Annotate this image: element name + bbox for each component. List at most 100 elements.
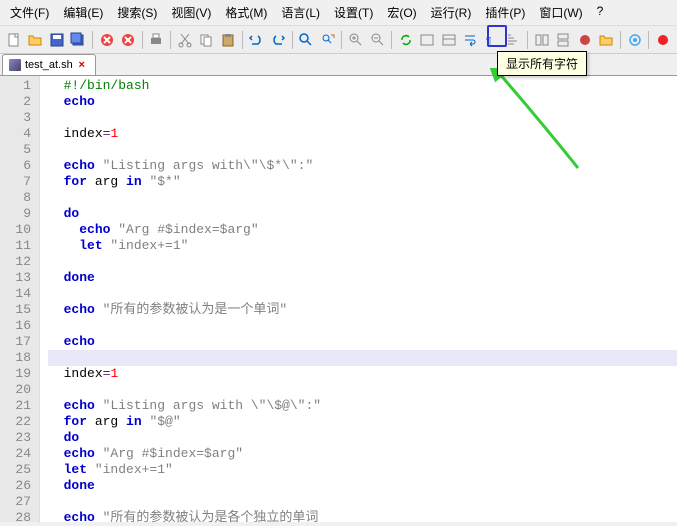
paste-icon[interactable] [218,30,237,50]
line-number: 16 [0,318,31,334]
menu-macro[interactable]: 宏(O) [381,2,422,23]
code-line: echo [48,94,677,110]
menu-format[interactable]: 格式(M) [219,2,273,23]
save-all-icon[interactable] [68,30,87,50]
toolbar-separator [92,31,93,49]
toolbar-icon[interactable] [532,30,551,50]
line-number: 24 [0,446,31,462]
line-number: 9 [0,206,31,222]
toolbar-icon[interactable] [554,30,573,50]
cut-icon[interactable] [175,30,194,50]
toolbar: ¶ [0,26,677,54]
code-editor[interactable]: 1 2 3 4 5 6 7 8 9 10 11 12 13 14 15 16 1… [0,76,677,522]
tab-filename: test_at.sh [25,59,73,71]
menu-search[interactable]: 搜索(S) [111,2,163,23]
file-type-icon [9,59,21,71]
code-line: done [48,478,677,494]
code-line: echo "Listing args with \"\$@\":" [48,398,677,414]
code-line [48,494,677,510]
folder-icon[interactable] [596,30,615,50]
tooltip: 显示所有字符 [497,51,587,76]
toolbar-separator [242,31,243,49]
line-number: 2 [0,94,31,110]
tab-close-icon[interactable]: × [77,60,87,70]
code-line [48,190,677,206]
new-file-icon[interactable] [4,30,23,50]
code-line: echo "所有的参数被认为是一个单词" [48,302,677,318]
line-number: 22 [0,414,31,430]
toolbar-icon[interactable] [418,30,437,50]
code-line [48,142,677,158]
code-line: let "index+=1" [48,238,677,254]
code-line [48,254,677,270]
line-number: 3 [0,110,31,126]
code-area[interactable]: #!/bin/bash echo index=1 echo "Listing a… [40,76,677,522]
sync-icon[interactable] [396,30,415,50]
close-icon[interactable] [97,30,116,50]
undo-icon[interactable] [247,30,266,50]
line-number: 26 [0,478,31,494]
line-number: 12 [0,254,31,270]
menu-file[interactable]: 文件(F) [4,2,55,23]
toolbar-separator [391,31,392,49]
show-all-chars-icon[interactable]: ¶ [482,30,501,50]
redo-icon[interactable] [268,30,287,50]
line-number: 13 [0,270,31,286]
code-line: echo "Listing args with\"\$*\":" [48,158,677,174]
zoom-out-icon[interactable] [368,30,387,50]
toolbar-separator [527,31,528,49]
code-line: done [48,270,677,286]
line-number: 15 [0,302,31,318]
menu-view[interactable]: 视图(V) [165,2,217,23]
menu-plugins[interactable]: 插件(P) [479,2,531,23]
find-icon[interactable] [296,30,315,50]
code-line: index=1 [48,126,677,142]
toolbar-separator [170,31,171,49]
line-number: 1 [0,78,31,94]
line-number: 23 [0,430,31,446]
print-icon[interactable] [147,30,166,50]
line-number: 20 [0,382,31,398]
code-line: echo [48,334,677,350]
code-line [48,382,677,398]
save-icon[interactable] [47,30,66,50]
svg-text:¶: ¶ [486,36,491,47]
file-tab[interactable]: test_at.sh × [2,54,96,75]
line-number: 5 [0,142,31,158]
menu-help[interactable]: ? [591,2,610,23]
menu-window[interactable]: 窗口(W) [533,2,588,23]
code-line: for arg in "$@" [48,414,677,430]
replace-icon[interactable] [318,30,337,50]
close-all-icon[interactable] [118,30,137,50]
toolbar-icon[interactable] [439,30,458,50]
code-line: index=1 [48,366,677,382]
code-line: echo "Arg #$index=$arg" [48,222,677,238]
code-line: do [48,206,677,222]
menu-settings[interactable]: 设置(T) [328,2,379,23]
toolbar-separator [648,31,649,49]
code-line: do [48,430,677,446]
code-line [48,318,677,334]
copy-icon[interactable] [197,30,216,50]
zoom-in-icon[interactable] [346,30,365,50]
line-number: 10 [0,222,31,238]
menu-edit[interactable]: 编辑(E) [57,2,109,23]
monitor-icon[interactable] [625,30,644,50]
line-number: 7 [0,174,31,190]
open-file-icon[interactable] [25,30,44,50]
line-number: 19 [0,366,31,382]
menu-run[interactable]: 运行(R) [425,2,478,23]
line-number: 25 [0,462,31,478]
menu-lang[interactable]: 语言(L) [275,2,326,23]
wrap-icon[interactable] [461,30,480,50]
code-line: for arg in "$*" [48,174,677,190]
code-line: #!/bin/bash [48,78,677,94]
code-line [48,110,677,126]
toolbar-icon[interactable] [575,30,594,50]
toolbar-separator [620,31,621,49]
indent-guide-icon[interactable] [504,30,523,50]
line-gutter: 1 2 3 4 5 6 7 8 9 10 11 12 13 14 15 16 1… [0,76,40,522]
record-icon[interactable] [653,30,672,50]
line-number: 11 [0,238,31,254]
code-line [48,350,677,366]
